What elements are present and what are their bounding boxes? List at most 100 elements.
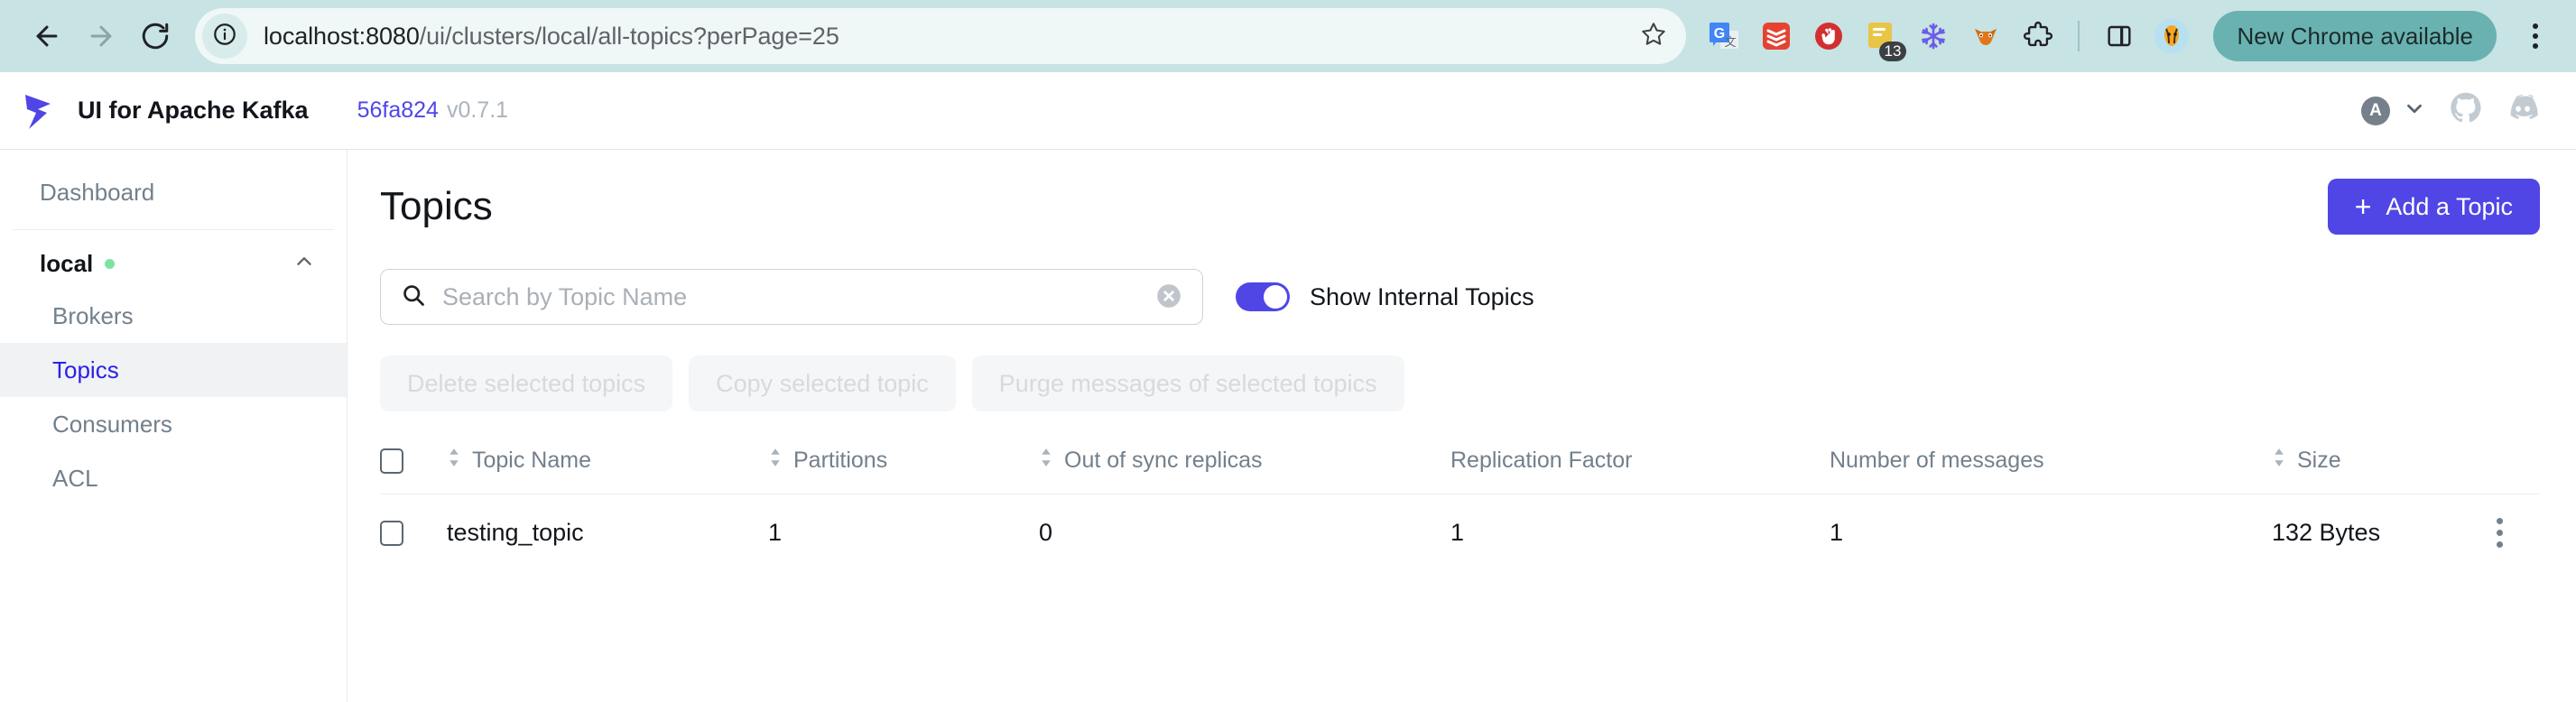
sidebar-item-label: Brokers (52, 302, 134, 329)
cell-number-of-messages: 1 (1830, 494, 2272, 572)
cell-replication-factor: 1 (1450, 494, 1830, 572)
main-content: Topics + Add a Topic Show Int (347, 150, 2576, 702)
reload-icon (140, 21, 171, 51)
profile-avatar-icon[interactable] (2152, 16, 2191, 56)
snowflake-extension-icon[interactable] (1913, 16, 1953, 56)
column-header-number-of-messages: Number of messages (1830, 448, 2272, 494)
filter-row: Show Internal Topics (380, 269, 2540, 325)
toolbar-divider (2078, 21, 2080, 51)
column-label: Number of messages (1830, 448, 2044, 473)
column-header-partitions[interactable]: Partitions (768, 448, 1039, 494)
user-menu[interactable]: A (2361, 96, 2426, 125)
plus-icon: + (2354, 190, 2372, 223)
reload-button[interactable] (128, 9, 182, 63)
show-internal-topics-control[interactable]: Show Internal Topics (1236, 282, 1534, 311)
column-header-size[interactable]: Size (2272, 448, 2459, 494)
bookmark-star-icon (1640, 21, 1667, 52)
github-icon[interactable] (2450, 92, 2482, 129)
info-circle-icon (212, 22, 237, 51)
back-button[interactable] (20, 9, 74, 63)
sort-arrows-icon (1039, 448, 1053, 474)
chevron-down-icon (2403, 97, 2426, 125)
sidebar-cluster-local[interactable]: local (0, 239, 347, 289)
column-header-topic-name[interactable]: Topic Name (447, 448, 768, 494)
avatar: A (2361, 96, 2390, 125)
show-internal-topics-toggle[interactable] (1236, 282, 1290, 311)
page-title: Topics (380, 184, 493, 228)
extensions-tray: G 文 13 New Chrome available (1695, 11, 2556, 61)
cell-size: 132 Bytes (2272, 494, 2459, 572)
extensions-puzzle-icon[interactable] (2018, 16, 2058, 56)
show-internal-topics-label: Show Internal Topics (1310, 282, 1534, 310)
column-header-out-of-sync-replicas[interactable]: Out of sync replicas (1039, 448, 1450, 494)
build-info: 56fa824 v0.7.1 (357, 97, 508, 124)
app-header: UI for Apache Kafka 56fa824 v0.7.1 A (0, 72, 2576, 150)
column-label: Partitions (793, 448, 888, 473)
sidebar-item-dashboard[interactable]: Dashboard (0, 164, 347, 220)
sidebar-item-consumers[interactable]: Consumers (0, 397, 347, 451)
sidebar-item-label: Dashboard (40, 179, 155, 206)
site-info-button[interactable] (202, 14, 247, 59)
row-kebab-menu-icon[interactable] (2459, 518, 2540, 548)
side-panel-icon[interactable] (2099, 16, 2139, 56)
table-header-row: Topic Name Partitions Out of sync replic… (380, 448, 2540, 494)
app-header-actions: A (2361, 91, 2540, 130)
google-translate-extension-icon[interactable]: G 文 (1704, 16, 1744, 56)
cluster-name-label: local (40, 250, 94, 277)
cell-out-of-sync-replicas: 0 (1039, 494, 1450, 572)
bulk-actions-row: Delete selected topics Copy selected top… (380, 356, 2540, 411)
arrow-left-icon (32, 21, 62, 51)
cell-row-menu (2459, 494, 2540, 572)
search-input[interactable] (442, 282, 1152, 311)
column-header-row-menu (2459, 448, 2540, 494)
svg-text:文: 文 (1725, 35, 1737, 49)
version-label: v0.7.1 (446, 97, 509, 123)
kafka-ui-logo-icon (23, 91, 60, 131)
url-path: /ui/clusters/local/all-topics?perPage=25 (419, 22, 839, 50)
discord-icon[interactable] (2506, 91, 2540, 130)
app-body: Dashboard local Brokers Topics Consumers… (0, 150, 2576, 702)
add-a-topic-label: Add a Topic (2386, 192, 2513, 220)
cell-partitions: 1 (768, 494, 1039, 572)
topics-table: Topic Name Partitions Out of sync replic… (380, 448, 2540, 572)
todoist-extension-icon[interactable] (1756, 16, 1796, 56)
url-text: localhost:8080/ui/clusters/local/all-top… (264, 23, 1630, 51)
url-host: localhost:8080 (264, 22, 420, 50)
clear-search-button[interactable] (1152, 280, 1186, 314)
new-chrome-available-button[interactable]: New Chrome available (2213, 11, 2497, 61)
sidebar-item-acl[interactable]: ACL (0, 451, 347, 505)
column-header-replication-factor: Replication Factor (1450, 448, 1830, 494)
chevron-up-icon[interactable] (292, 250, 316, 278)
search-box[interactable] (380, 269, 1203, 325)
sidebar-item-label: ACL (52, 465, 98, 492)
sidebar-divider (13, 229, 334, 230)
notes-extension-icon[interactable]: 13 (1861, 16, 1907, 61)
arrow-right-icon (86, 21, 116, 51)
forward-button[interactable] (74, 9, 128, 63)
add-a-topic-button[interactable]: + Add a Topic (2327, 179, 2540, 235)
address-bar[interactable]: localhost:8080/ui/clusters/local/all-top… (195, 8, 1687, 64)
table-row[interactable]: testing_topic 1 0 1 1 132 Bytes (380, 494, 2540, 572)
sidebar-item-brokers[interactable]: Brokers (0, 289, 347, 343)
browser-toolbar: localhost:8080/ui/clusters/local/all-top… (0, 0, 2576, 72)
adblock-extension-icon[interactable] (1809, 16, 1849, 56)
search-icon (401, 282, 426, 312)
clear-circle-x-icon (1154, 282, 1183, 313)
row-checkbox[interactable] (380, 520, 403, 546)
bookmark-button[interactable] (1630, 13, 1677, 60)
row-select-cell (380, 494, 447, 572)
select-all-checkbox[interactable] (380, 448, 403, 474)
sort-arrows-icon (447, 448, 461, 474)
purge-messages-button[interactable]: Purge messages of selected topics (971, 356, 1404, 411)
sidebar-item-topics[interactable]: Topics (0, 343, 347, 397)
app-title: UI for Apache Kafka (78, 97, 309, 124)
commit-hash-link[interactable]: 56fa824 (357, 97, 439, 123)
chrome-menu-kebab-icon[interactable] (2515, 11, 2556, 61)
column-label: Topic Name (472, 448, 591, 473)
metamask-extension-icon[interactable] (1966, 16, 2006, 56)
select-all-header (380, 448, 447, 494)
sidebar-item-label: Topics (52, 356, 119, 383)
delete-selected-topics-button[interactable]: Delete selected topics (380, 356, 673, 411)
copy-selected-topic-button[interactable]: Copy selected topic (689, 356, 956, 411)
cell-topic-name[interactable]: testing_topic (447, 494, 768, 572)
